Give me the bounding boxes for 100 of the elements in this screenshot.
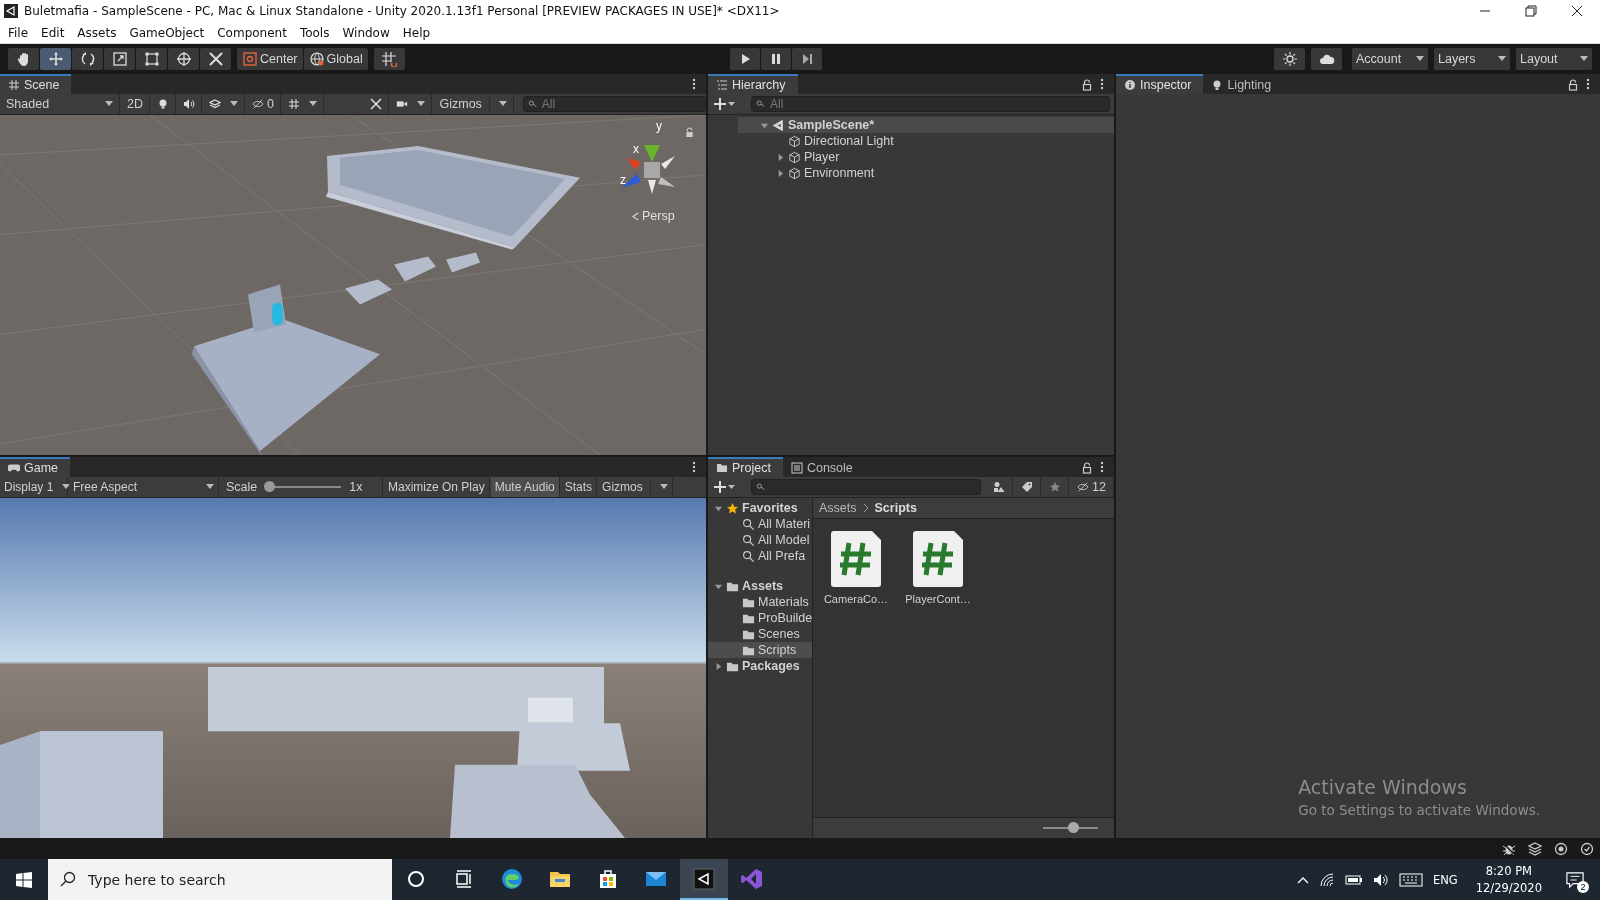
language-indicator[interactable]: ENG	[1432, 872, 1458, 887]
scene-tab[interactable]: Scene	[0, 74, 72, 94]
chevron-up-icon[interactable]	[1296, 875, 1309, 884]
breadcrumb-link[interactable]: Scripts	[874, 501, 917, 515]
rect-tool-button[interactable]	[136, 48, 167, 70]
rotate-tool-button[interactable]	[72, 48, 103, 70]
breadcrumb-link[interactable]: Assets	[819, 501, 857, 515]
rect-icon	[143, 51, 160, 67]
pivot-icon	[242, 51, 258, 67]
project-tab[interactable]: Project	[708, 457, 783, 477]
collapsed-arrow-icon[interactable]	[714, 661, 723, 671]
caret-icon	[206, 484, 214, 490]
lock-icon[interactable]	[1568, 79, 1578, 91]
transform-icon	[175, 51, 192, 67]
script-file[interactable]: CameraCo…	[823, 531, 889, 613]
scale-tool-button[interactable]	[104, 48, 135, 70]
caret-icon	[62, 484, 71, 490]
inspector-tab[interactable]: Inspector	[1116, 74, 1204, 94]
hierarchy-item[interactable]: Player	[738, 149, 1114, 165]
play-button[interactable]	[729, 48, 760, 70]
project-item[interactable]: Materials	[708, 594, 812, 610]
aspect-dropdown[interactable]: Free Aspect	[69, 477, 219, 497]
grid-snap-button[interactable]	[373, 48, 405, 70]
collapsed-arrow-icon[interactable]	[776, 168, 785, 178]
project-item[interactable]: Packages	[708, 658, 812, 674]
cube-icon	[788, 166, 801, 180]
script-file[interactable]: PlayerCont…	[905, 531, 971, 613]
project-item[interactable]: All Model	[708, 532, 812, 548]
info-icon	[1124, 79, 1136, 91]
step-button[interactable]	[791, 48, 822, 70]
more-options-icon[interactable]	[1100, 78, 1104, 90]
hierarchy-item[interactable]: Environment	[738, 165, 1114, 181]
menu-item[interactable]: Edit	[35, 25, 72, 40]
layout-dropdown[interactable]: Layout	[1516, 48, 1592, 70]
shapes-icon	[993, 481, 1006, 493]
search-field[interactable]	[751, 479, 982, 495]
layers-dropdown[interactable]: Layers	[1434, 48, 1510, 70]
more-options-icon[interactable]	[1100, 461, 1104, 473]
account-dropdown[interactable]: Account	[1352, 48, 1428, 70]
app-logo-icon	[4, 4, 18, 18]
projection-toggle[interactable]: Persp	[642, 209, 675, 223]
project-item[interactable]: Assets	[708, 578, 812, 594]
scale-slider[interactable]	[263, 481, 275, 492]
keyboard-icon[interactable]	[1398, 872, 1423, 887]
menu-item[interactable]: GameObject	[123, 25, 212, 40]
hierarchy-item[interactable]: Directional Light	[738, 133, 1114, 149]
menu-item[interactable]: File	[2, 25, 36, 40]
stack-icon[interactable]	[1528, 841, 1542, 856]
move-tool-button[interactable]	[40, 48, 71, 70]
notifications-button[interactable]: 2	[1560, 859, 1590, 900]
lock-icon[interactable]	[1082, 79, 1092, 91]
custom-tool-button[interactable]	[200, 48, 231, 70]
scale-label: Scale	[226, 480, 258, 494]
target-icon[interactable]	[1554, 841, 1568, 856]
search-icon	[756, 99, 766, 109]
globe-icon	[308, 51, 325, 67]
more-options-icon[interactable]	[692, 78, 696, 90]
menu-item[interactable]: Tools	[293, 25, 337, 40]
mute-audio-toggle[interactable]: Mute Audio	[490, 477, 560, 497]
project-item[interactable]: Favorites	[708, 500, 812, 516]
project-item[interactable]: All Materi	[708, 516, 812, 532]
hierarchy-item[interactable]: SampleScene*	[738, 117, 1114, 133]
transform-tool-button[interactable]	[168, 48, 199, 70]
console-tab[interactable]: Console	[782, 458, 865, 477]
search-icon	[742, 549, 755, 563]
menu-item[interactable]: Help	[396, 25, 438, 40]
pause-button[interactable]	[760, 48, 791, 70]
project-item[interactable]: Scripts	[708, 642, 812, 658]
search-field[interactable]: All	[751, 96, 1110, 112]
more-options-icon[interactable]	[692, 461, 696, 473]
pivot-rotation-button[interactable]: Global	[303, 48, 368, 70]
task-view-icon	[454, 868, 474, 889]
icon-size-slider[interactable]	[1068, 822, 1080, 833]
menu-item[interactable]: Window	[336, 25, 397, 40]
clock-time[interactable]: 8:20 PM	[1485, 864, 1532, 878]
wifi-icon[interactable]	[1318, 871, 1335, 888]
pivot-position-button[interactable]: Center	[237, 48, 303, 70]
project-item[interactable]: All Prefa	[708, 548, 812, 564]
hand-tool-button[interactable]	[8, 48, 39, 70]
taskbar-app[interactable]	[680, 859, 728, 900]
battery-icon[interactable]	[1344, 873, 1363, 886]
game-tab[interactable]: Game	[0, 457, 71, 477]
project-item[interactable]: ProBuilde	[708, 610, 812, 626]
menu-item[interactable]: Assets	[71, 25, 124, 40]
lock-icon[interactable]	[1082, 462, 1092, 474]
script-file-icon	[913, 531, 963, 587]
hidden-eye-icon	[252, 98, 264, 110]
lighting-tab[interactable]: Lighting	[1203, 75, 1284, 94]
collapsed-arrow-icon[interactable]	[776, 152, 785, 162]
cloud-button[interactable]	[1311, 48, 1342, 70]
hierarchy-tab[interactable]: Hierarchy	[708, 74, 798, 94]
search-field[interactable]: All	[522, 96, 706, 112]
more-options-icon[interactable]	[1586, 78, 1590, 90]
taskbar-search-field[interactable]: Type here to search	[48, 859, 392, 900]
services-button[interactable]	[1274, 48, 1305, 70]
axis-label: x	[633, 142, 639, 156]
check-circle-icon[interactable]	[1580, 841, 1594, 856]
project-item[interactable]: Scenes	[708, 626, 812, 642]
menu-item[interactable]: Component	[211, 25, 294, 40]
clock-date[interactable]: 12/29/2020	[1475, 881, 1542, 895]
